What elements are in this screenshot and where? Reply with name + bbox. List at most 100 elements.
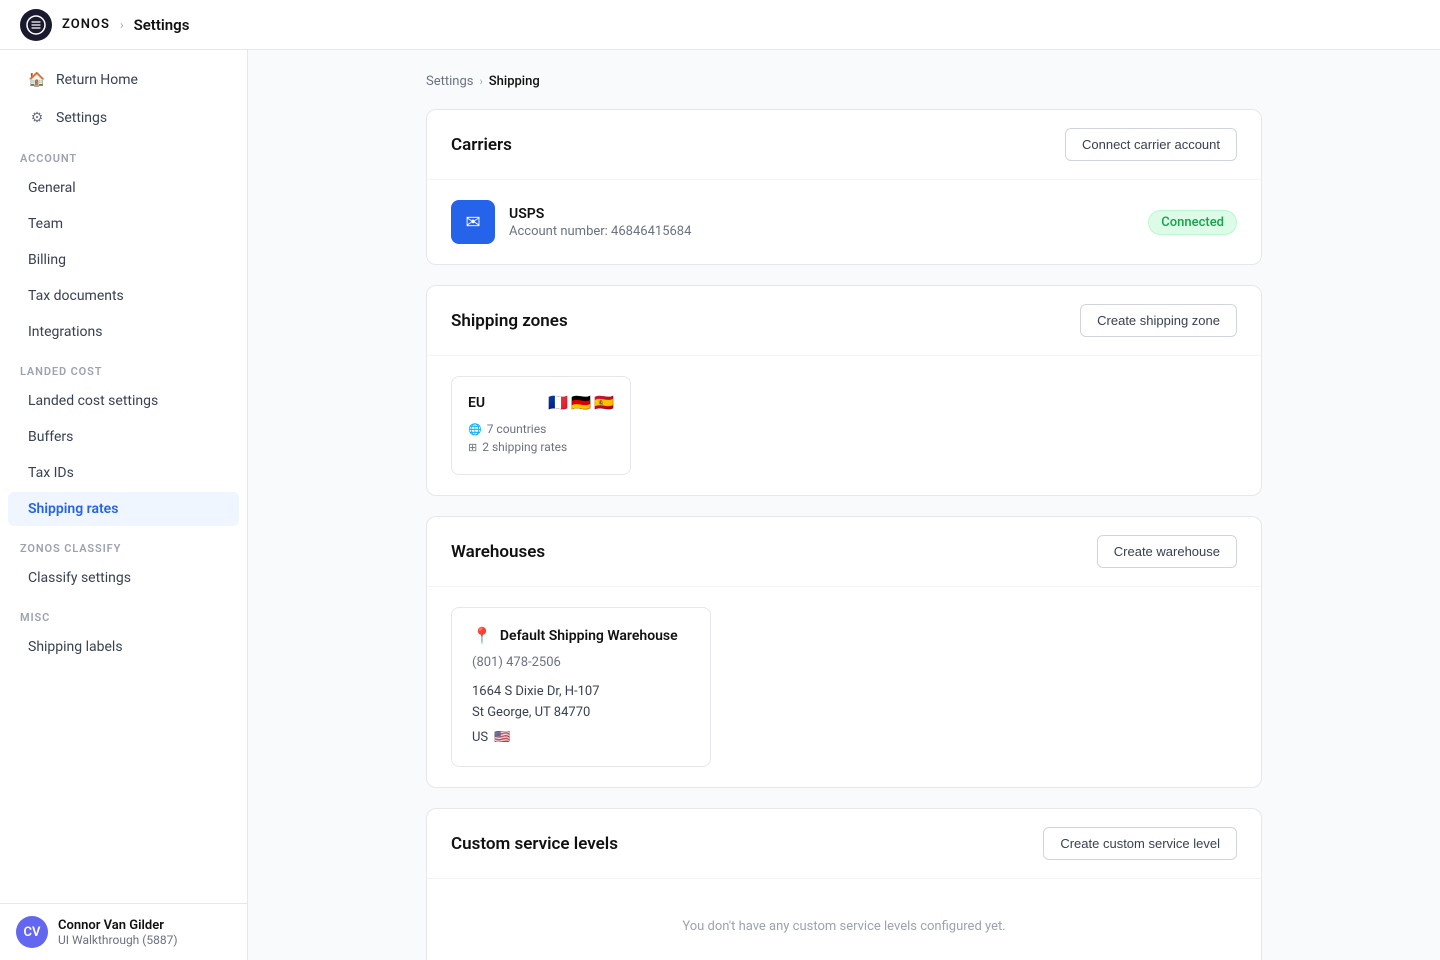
sidebar-item-tax-ids[interactable]: Tax IDs — [8, 456, 239, 490]
carrier-row: ✉ USPS Account number: 46846415684 Conne… — [451, 200, 1237, 244]
main-content: Settings › Shipping Carriers Connect car… — [248, 50, 1440, 960]
usps-icon: ✉ — [451, 200, 495, 244]
warehouse-country: US 🇺🇸 — [472, 728, 690, 749]
tax-ids-label: Tax IDs — [28, 465, 74, 481]
zone-countries: 🌐 7 countries — [468, 422, 614, 436]
sidebar-footer: CV Connor Van Gilder UI Walkthrough (588… — [0, 903, 247, 960]
sidebar-section-misc: MISC — [0, 597, 247, 630]
sidebar-item-shipping-rates[interactable]: Shipping rates — [8, 492, 239, 526]
warehouse-header: 📍 Default Shipping Warehouse — [472, 626, 690, 645]
zone-header: EU 🇫🇷 🇩🇪 🇪🇸 — [468, 393, 614, 412]
footer-user-info: Connor Van Gilder UI Walkthrough (5887) — [58, 918, 178, 947]
shipping-labels-label: Shipping labels — [28, 639, 123, 655]
shipping-zones-section: Shipping zones Create shipping zone EU 🇫… — [426, 285, 1262, 496]
warehouse-address: 1664 S Dixie Dr, H-107 St George, UT 847… — [472, 682, 690, 748]
custom-service-levels-body: You don't have any custom service levels… — [427, 879, 1261, 960]
layout: 🏠 Return Home ⚙ Settings ACCOUNT General… — [0, 50, 1440, 960]
sidebar-item-shipping-labels[interactable]: Shipping labels — [8, 630, 239, 664]
sidebar-item-return-home[interactable]: 🏠 Return Home — [8, 62, 239, 98]
sidebar-item-settings[interactable]: ⚙ Settings — [8, 100, 239, 136]
address-line2: St George, UT 84770 — [472, 703, 690, 724]
carrier-name: USPS — [509, 206, 1134, 222]
sidebar-item-tax-documents[interactable]: Tax documents — [8, 279, 239, 313]
carriers-header: Carriers Connect carrier account — [427, 110, 1261, 180]
zone-flags: 🇫🇷 🇩🇪 🇪🇸 — [548, 393, 614, 412]
connected-badge: Connected — [1148, 210, 1237, 235]
sidebar-section-account: ACCOUNT — [0, 138, 247, 171]
sidebar-item-billing[interactable]: Billing — [8, 243, 239, 277]
globe-icon: 🌐 — [468, 423, 482, 436]
team-label: Team — [28, 216, 63, 232]
topbar-title: Settings — [134, 16, 190, 34]
carrier-account: Account number: 46846415684 — [509, 224, 1134, 239]
grid-icon: ⊞ — [468, 441, 477, 454]
create-custom-service-level-button[interactable]: Create custom service level — [1043, 827, 1237, 860]
footer-subtitle: UI Walkthrough (5887) — [58, 933, 178, 947]
connect-carrier-button[interactable]: Connect carrier account — [1065, 128, 1237, 161]
landed-cost-settings-label: Landed cost settings — [28, 393, 158, 409]
sidebar-section-landed-cost: LANDED COST — [0, 351, 247, 384]
custom-service-levels-empty: You don't have any custom service levels… — [451, 899, 1237, 954]
zone-card-eu[interactable]: EU 🇫🇷 🇩🇪 🇪🇸 🌐 7 countries — [451, 376, 631, 475]
address-line1: 1664 S Dixie Dr, H-107 — [472, 682, 690, 703]
pin-icon: 📍 — [472, 626, 492, 645]
footer-name: Connor Van Gilder — [58, 918, 178, 933]
billing-label: Billing — [28, 252, 66, 268]
warehouses-body: 📍 Default Shipping Warehouse (801) 478-2… — [427, 587, 1261, 787]
settings-icon: ⚙ — [28, 109, 46, 127]
flag-1: 🇫🇷 — [548, 393, 568, 412]
logo-icon — [20, 9, 52, 41]
breadcrumb: Settings › Shipping — [426, 74, 1262, 89]
sidebar-item-integrations[interactable]: Integrations — [8, 315, 239, 349]
carrier-info: USPS Account number: 46846415684 — [509, 206, 1134, 239]
sidebar-settings-label: Settings — [56, 110, 107, 126]
flag-2: 🇩🇪 — [571, 393, 591, 412]
shipping-zones-body: EU 🇫🇷 🇩🇪 🇪🇸 🌐 7 countries — [427, 356, 1261, 495]
classify-settings-label: Classify settings — [28, 570, 131, 586]
avatar: CV — [16, 916, 48, 948]
sidebar-item-landed-cost-settings[interactable]: Landed cost settings — [8, 384, 239, 418]
breadcrumb-current: Shipping — [489, 74, 540, 89]
carriers-title: Carriers — [451, 135, 512, 155]
shipping-zones-title: Shipping zones — [451, 311, 568, 331]
custom-service-levels-section: Custom service levels Create custom serv… — [426, 808, 1262, 960]
main-inner: Settings › Shipping Carriers Connect car… — [394, 50, 1294, 960]
country-flag: 🇺🇸 — [494, 728, 510, 749]
carriers-section: Carriers Connect carrier account ✉ USPS … — [426, 109, 1262, 265]
topbar-chevron: › — [120, 18, 124, 32]
carriers-body: ✉ USPS Account number: 46846415684 Conne… — [427, 180, 1261, 264]
shipping-rates-label: Shipping rates — [28, 501, 118, 517]
zone-name: EU — [468, 395, 485, 411]
create-warehouse-button[interactable]: Create warehouse — [1097, 535, 1237, 568]
sidebar-nav: 🏠 Return Home ⚙ Settings ACCOUNT General… — [0, 50, 247, 903]
warehouse-card[interactable]: 📍 Default Shipping Warehouse (801) 478-2… — [451, 607, 711, 767]
sidebar-item-general[interactable]: General — [8, 171, 239, 205]
sidebar-return-home-label: Return Home — [56, 72, 138, 88]
integrations-label: Integrations — [28, 324, 102, 340]
sidebar-item-classify-settings[interactable]: Classify settings — [8, 561, 239, 595]
zone-rates-count: 2 shipping rates — [482, 440, 567, 454]
custom-service-levels-title: Custom service levels — [451, 834, 618, 854]
sidebar-section-classify: ZONOS CLASSIFY — [0, 528, 247, 561]
warehouse-name: Default Shipping Warehouse — [500, 628, 678, 644]
breadcrumb-chevron: › — [479, 75, 482, 88]
brand-name: ZONOS — [62, 17, 110, 32]
shipping-zones-header: Shipping zones Create shipping zone — [427, 286, 1261, 356]
warehouse-phone: (801) 478-2506 — [472, 655, 690, 670]
sidebar-item-buffers[interactable]: Buffers — [8, 420, 239, 454]
zone-countries-count: 7 countries — [487, 422, 547, 436]
topbar: ZONOS › Settings — [0, 0, 1440, 50]
country-code: US — [472, 728, 488, 749]
sidebar-item-team[interactable]: Team — [8, 207, 239, 241]
home-icon: 🏠 — [28, 71, 46, 89]
flag-3: 🇪🇸 — [594, 393, 614, 412]
buffers-label: Buffers — [28, 429, 73, 445]
general-label: General — [28, 180, 76, 196]
zone-rates: ⊞ 2 shipping rates — [468, 440, 614, 454]
warehouses-header: Warehouses Create warehouse — [427, 517, 1261, 587]
avatar-initials: CV — [24, 925, 41, 940]
warehouses-section: Warehouses Create warehouse 📍 Default Sh… — [426, 516, 1262, 788]
create-shipping-zone-button[interactable]: Create shipping zone — [1080, 304, 1237, 337]
tax-documents-label: Tax documents — [28, 288, 124, 304]
breadcrumb-settings[interactable]: Settings — [426, 74, 473, 89]
